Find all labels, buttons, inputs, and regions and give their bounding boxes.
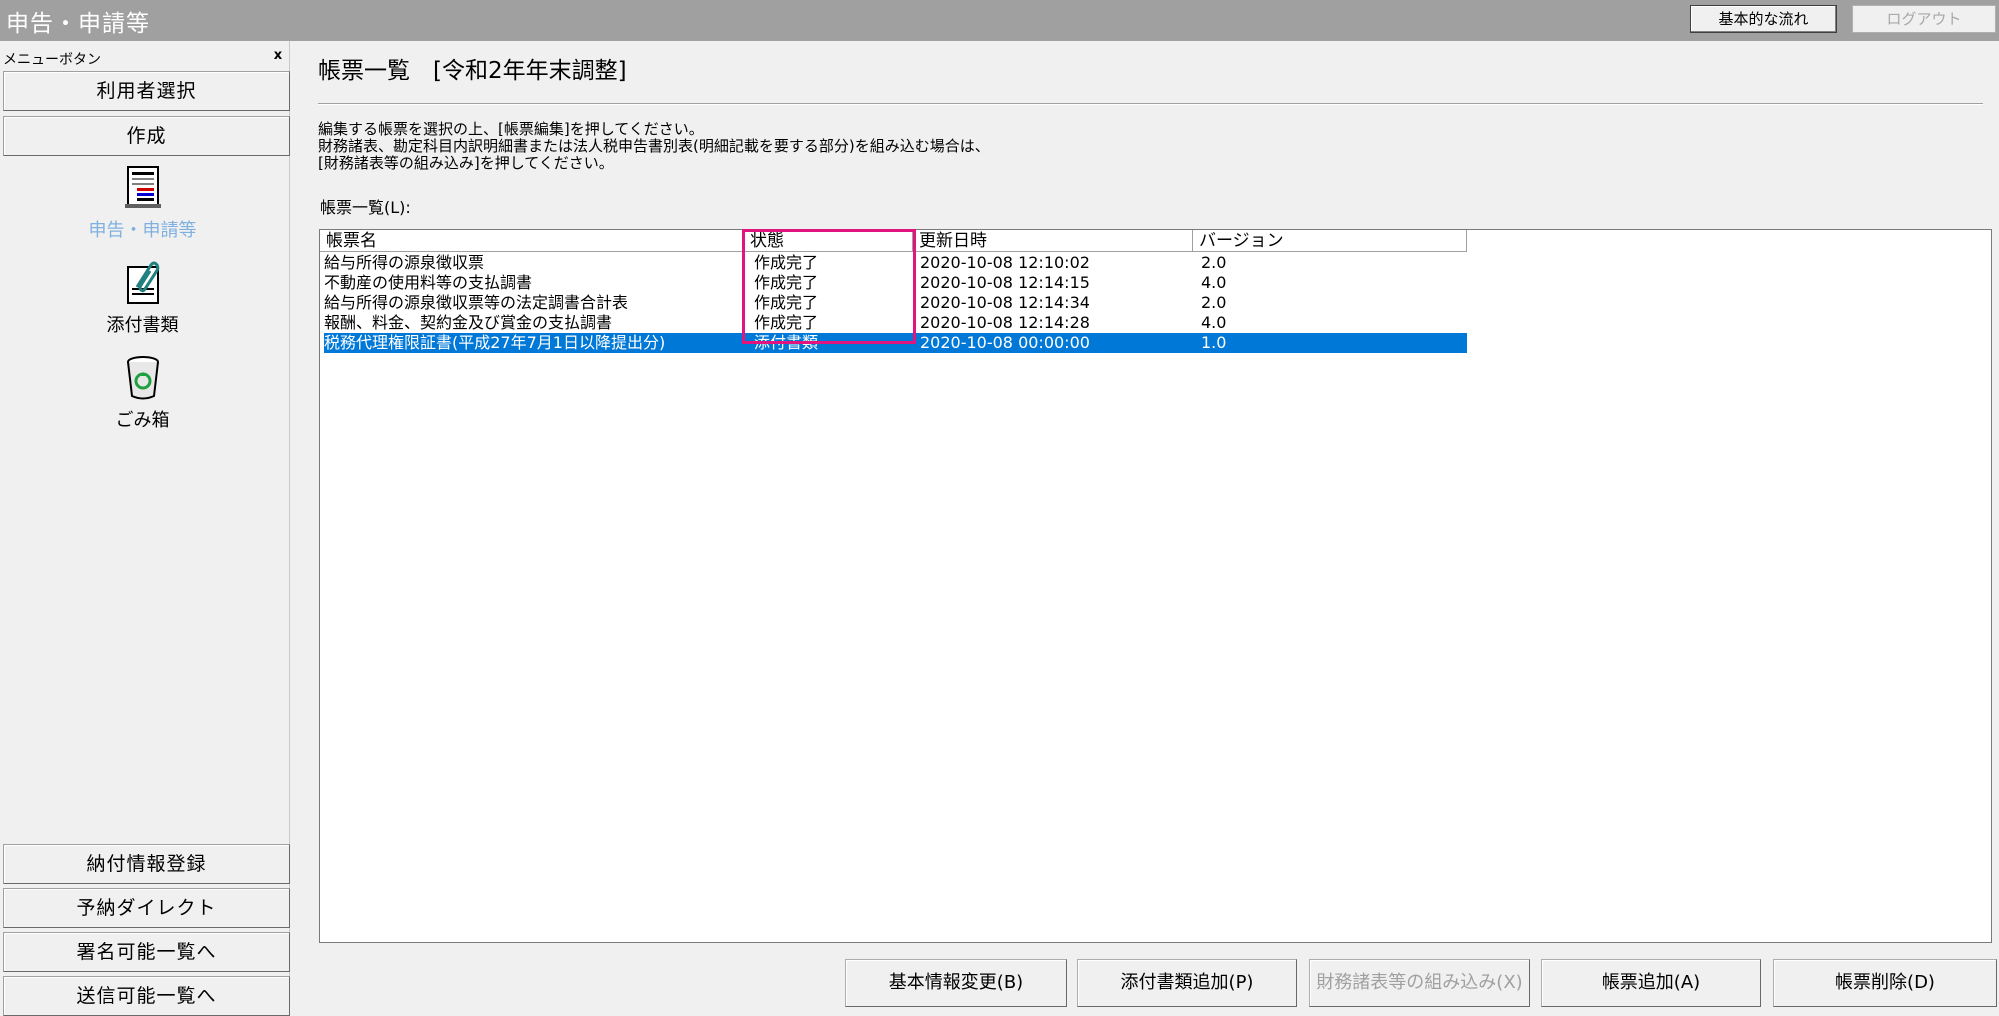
- column-header-version[interactable]: バージョン: [1193, 230, 1467, 252]
- sendable-list-button[interactable]: 送信可能一覧へ: [3, 976, 290, 1016]
- sidebar-item-trash[interactable]: ごみ箱: [0, 354, 285, 432]
- instruction-line: 編集する帳票を選択の上、[帳票編集]を押してください。: [318, 120, 704, 138]
- recycle-bin-icon: [126, 356, 159, 400]
- cell-updated: 2020-10-08 00:00:00: [920, 333, 1090, 352]
- sidebar-item-label: 申告・申請等: [88, 220, 197, 241]
- app-title: 申告・申請等: [6, 11, 150, 37]
- create-button[interactable]: 作成: [3, 116, 290, 156]
- sidebar-item-attachments[interactable]: 添付書類: [0, 259, 285, 337]
- title-bar: 申告・申請等 基本的な流れ ログアウト: [0, 0, 1999, 41]
- cell-name: 給与所得の源泉徴収票: [324, 253, 485, 272]
- cell-updated: 2020-10-08 12:14:28: [920, 313, 1090, 332]
- column-header-updated[interactable]: 更新日時: [913, 230, 1193, 252]
- signable-list-button[interactable]: 署名可能一覧へ: [3, 932, 290, 972]
- instruction-line: 財務諸表、勘定科目内訳明細書または法人税申告書別表(明細記載を要する部分)を組み…: [318, 137, 990, 155]
- cell-version: 4.0: [1201, 273, 1227, 292]
- basic-info-change-button[interactable]: 基本情報変更(B): [845, 959, 1067, 1007]
- cell-version: 2.0: [1201, 253, 1227, 272]
- cell-name: 税務代理権限証書(平成27年7月1日以降提出分): [324, 333, 666, 352]
- paperclip-icon: [126, 261, 159, 304]
- sidebar-item-filing[interactable]: 申告・申請等: [0, 164, 285, 242]
- user-select-button[interactable]: 利用者選択: [3, 71, 290, 111]
- menu-caption: メニューボタン: [3, 52, 101, 68]
- logout-button[interactable]: ログアウト: [1852, 5, 1996, 33]
- column-header-name[interactable]: 帳票名: [320, 230, 744, 252]
- sidebar-menu: メニューボタン x 利用者選択 作成 申告・申請等 添付書類 ごみ箱 納付情報登…: [0, 41, 290, 1016]
- instructions: 編集する帳票を選択の上、[帳票編集]を押してください。 財務諸表、勘定科目内訳明…: [318, 121, 990, 172]
- list-header: 帳票名 状態 更新日時 バージョン: [320, 230, 1991, 252]
- form-list[interactable]: 帳票名 状態 更新日時 バージョン 給与所得の源泉徴収票 作成完了 2020-1…: [319, 229, 1992, 943]
- cell-updated: 2020-10-08 12:14:34: [920, 293, 1090, 312]
- main-panel: 帳票一覧 [令和2年年末調整] 編集する帳票を選択の上、[帳票編集]を押してくだ…: [318, 41, 1999, 1009]
- form-list-label: 帳票一覧(L):: [320, 198, 411, 217]
- import-financial-statements-button[interactable]: 財務諸表等の組み込み(X): [1309, 959, 1530, 1007]
- instruction-line: [財務諸表等の組み込み]を押してください。: [318, 154, 614, 172]
- basic-flow-button[interactable]: 基本的な流れ: [1690, 5, 1837, 33]
- document-form-icon: [124, 166, 161, 208]
- prepayment-direct-button[interactable]: 予納ダイレクト: [3, 888, 290, 928]
- cell-name: 報酬、料金、契約金及び賞金の支払調書: [324, 313, 613, 332]
- cell-updated: 2020-10-08 12:14:15: [920, 273, 1090, 292]
- sidebar-item-label: 添付書類: [106, 315, 179, 336]
- delete-form-button[interactable]: 帳票削除(D): [1773, 959, 1997, 1007]
- payment-info-button[interactable]: 納付情報登録: [3, 844, 290, 884]
- cell-updated: 2020-10-08 12:10:02: [920, 253, 1090, 272]
- divider: [318, 103, 1983, 105]
- cell-version: 1.0: [1201, 333, 1227, 352]
- add-form-button[interactable]: 帳票追加(A): [1541, 959, 1761, 1007]
- sidebar-item-label: ごみ箱: [115, 410, 170, 431]
- close-icon[interactable]: x: [270, 49, 286, 63]
- cell-name: 不動産の使用料等の支払調書: [324, 273, 533, 292]
- cell-version: 4.0: [1201, 313, 1227, 332]
- page-title: 帳票一覧 [令和2年年末調整]: [318, 58, 627, 84]
- add-attachment-button[interactable]: 添付書類追加(P): [1077, 959, 1297, 1007]
- cell-name: 給与所得の源泉徴収票等の法定調書合計表: [324, 293, 629, 312]
- status-highlight-box: [742, 229, 916, 344]
- cell-version: 2.0: [1201, 293, 1227, 312]
